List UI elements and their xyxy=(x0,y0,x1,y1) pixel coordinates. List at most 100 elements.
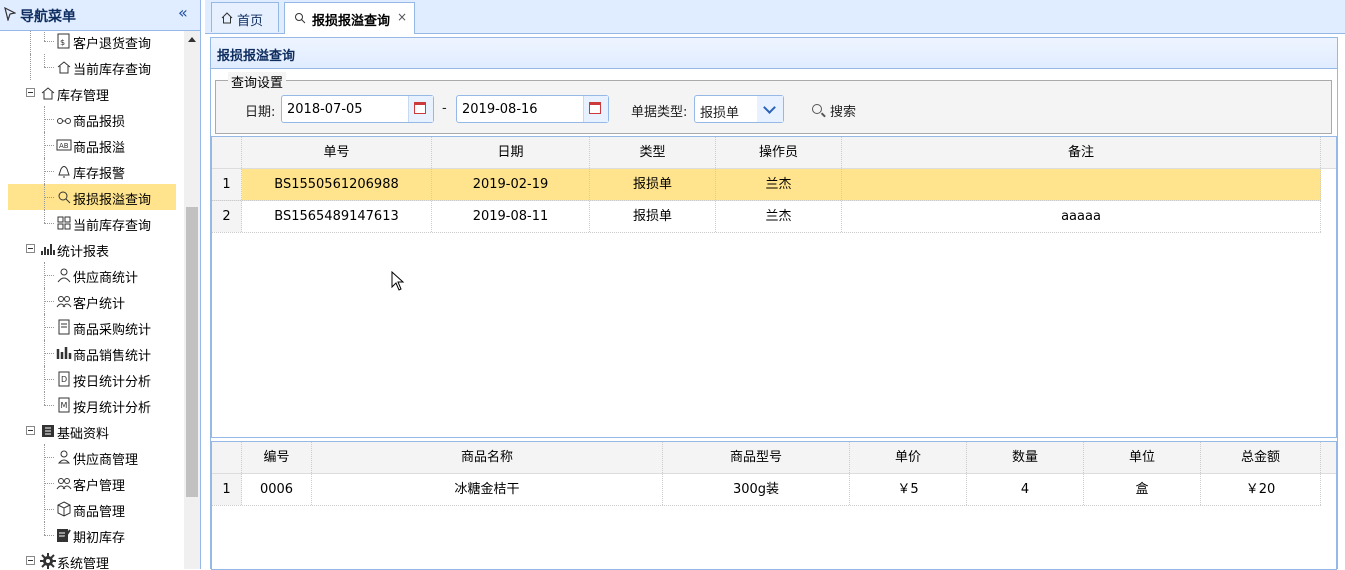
month-icon: M xyxy=(58,397,70,413)
tree-item-label: 库存管理 xyxy=(57,89,110,104)
tree-item-damage-report[interactable]: 商品报损 xyxy=(0,106,184,132)
tree-item-label: 客户统计 xyxy=(73,297,126,312)
date-from-value: 2018-07-05 xyxy=(287,102,363,117)
column-header[interactable]: 单位 xyxy=(1084,442,1201,473)
close-tab-icon[interactable]: × xyxy=(397,10,407,24)
tab-home[interactable]: 首页 xyxy=(211,2,279,32)
sidebar-header: 导航菜单 « xyxy=(0,0,200,31)
nav-arrow-icon xyxy=(4,7,16,21)
date-to-field[interactable]: 2019-08-16 xyxy=(456,95,609,123)
tree-item-label: 商品采购统计 xyxy=(73,323,152,338)
tree-item-label: 商品报损 xyxy=(73,115,126,130)
tree-item-label: 库存报警 xyxy=(73,167,126,182)
tab-damage-overflow-query[interactable]: 报损报溢查询 × xyxy=(284,2,415,34)
home-icon xyxy=(221,12,233,24)
tree-item-customer-return-query[interactable]: $ 客户退货查询 xyxy=(0,31,184,54)
bell-icon xyxy=(58,166,70,178)
tree-item-product-management[interactable]: 商品管理 xyxy=(0,496,184,522)
edit-icon xyxy=(57,529,71,542)
column-header[interactable]: 数量 xyxy=(967,442,1084,473)
table-cell: 兰杰 xyxy=(716,201,842,232)
glasses-icon xyxy=(57,118,71,124)
svg-text:AB: AB xyxy=(59,142,69,150)
calendar-icon[interactable] xyxy=(408,96,433,122)
date-to-value: 2019-08-16 xyxy=(462,102,538,117)
table-cell: BS1565489147613 xyxy=(242,201,432,232)
table-cell: ￥20 xyxy=(1201,474,1321,505)
navigation-sidebar: 导航菜单 « $ 客户退货查询 当前库存查询 库存管理 商品报损 AB 商品报溢… xyxy=(0,0,201,569)
tree-item-supplier-stats[interactable]: 供应商统计 xyxy=(0,262,184,288)
document-icon xyxy=(58,319,70,335)
column-header[interactable]: 总金额 xyxy=(1201,442,1321,473)
tree-item-label: 商品销售统计 xyxy=(73,349,152,364)
collapse-toggle-icon[interactable] xyxy=(26,88,35,97)
column-header[interactable]: 单价 xyxy=(850,442,967,473)
svg-text:M: M xyxy=(61,401,68,410)
tree-item-label: 客户管理 xyxy=(73,479,126,494)
tree-item-label: 按月统计分析 xyxy=(73,401,152,416)
tree-item-daily-analysis[interactable]: D 按日统计分析 xyxy=(0,366,184,392)
date-from-field[interactable]: 2018-07-05 xyxy=(281,95,434,123)
tree-item-current-stock-query-2[interactable]: 当前库存查询 xyxy=(0,210,184,236)
collapse-toggle-icon[interactable] xyxy=(26,556,35,565)
chevron-down-icon[interactable] xyxy=(757,96,783,122)
bill-list-grid: 单号 日期 类型 操作员 备注 1 BS1550561206988 2019-0… xyxy=(211,136,1337,438)
tree-item-stock-alarm[interactable]: 库存报警 xyxy=(0,158,184,184)
table-row[interactable]: 1 0006 冰糖金桔干 300g装 ￥5 4 盒 ￥20 xyxy=(212,474,1321,506)
tree-item-initial-stock[interactable]: 期初库存 xyxy=(0,522,184,548)
column-header[interactable]: 操作员 xyxy=(716,137,842,168)
column-header[interactable]: 日期 xyxy=(432,137,590,168)
column-header[interactable]: 商品名称 xyxy=(312,442,663,473)
tree-item-monthly-analysis[interactable]: M 按月统计分析 xyxy=(0,392,184,418)
document-type-select[interactable]: 报损单 xyxy=(694,95,784,123)
table-row[interactable]: 2 BS1565489147613 2019-08-11 报损单 兰杰 aaaa… xyxy=(212,201,1321,233)
gear-icon xyxy=(40,553,56,569)
tab-label: 报损报溢查询 xyxy=(312,14,391,29)
bill-detail-grid: 编号 商品名称 商品型号 单价 数量 单位 总金额 1 0006 冰糖金桔干 3… xyxy=(211,441,1337,570)
table-row[interactable]: 1 BS1550561206988 2019-02-19 报损单 兰杰 xyxy=(212,169,1321,201)
tree-folder-basic-data[interactable]: 基础资料 xyxy=(0,418,184,444)
table-cell: 300g装 xyxy=(663,474,850,505)
tree-item-purchase-stats[interactable]: 商品采购统计 xyxy=(0,314,184,340)
tree-item-current-stock-query[interactable]: 当前库存查询 xyxy=(0,54,184,80)
collapse-sidebar-icon[interactable]: « xyxy=(178,5,188,21)
document-type-label: 单据类型: xyxy=(631,105,688,120)
column-header[interactable]: 类型 xyxy=(590,137,716,168)
column-header[interactable]: 编号 xyxy=(242,442,312,473)
tree-folder-stock-management[interactable]: 库存管理 xyxy=(0,80,184,106)
house-icon xyxy=(41,87,55,100)
scroll-up-arrow-icon[interactable] xyxy=(188,37,196,42)
search-icon xyxy=(812,104,822,114)
tree-item-customer-management[interactable]: 客户管理 xyxy=(0,470,184,496)
table-cell: 4 xyxy=(967,474,1084,505)
bar-chart-icon xyxy=(41,244,55,255)
mouse-cursor-icon xyxy=(391,271,405,291)
table-cell: ￥5 xyxy=(850,474,967,505)
table-cell xyxy=(842,169,1321,200)
collapse-toggle-icon[interactable] xyxy=(26,426,35,435)
tree-item-customer-stats[interactable]: 客户统计 xyxy=(0,288,184,314)
sidebar-title: 导航菜单 xyxy=(20,9,76,25)
column-header[interactable]: 商品型号 xyxy=(663,442,850,473)
column-header[interactable]: 单号 xyxy=(242,137,432,168)
people-icon xyxy=(56,296,72,308)
tree-folder-statistics[interactable]: 统计报表 xyxy=(0,236,184,262)
collapse-toggle-icon[interactable] xyxy=(26,244,35,253)
main-area: 首页 报损报溢查询 × 报损报溢查询 查询设置 日期: 2018-07-05 -… xyxy=(205,0,1345,570)
column-header[interactable]: 备注 xyxy=(842,137,1321,168)
scrollbar-thumb[interactable] xyxy=(186,207,198,497)
tree-item-overflow-report[interactable]: AB 商品报溢 xyxy=(0,132,184,158)
tree-item-supplier-management[interactable]: 供应商管理 xyxy=(0,444,184,470)
search-icon xyxy=(295,13,306,24)
tree-item-sales-stats[interactable]: 商品销售统计 xyxy=(0,340,184,366)
calendar-icon[interactable] xyxy=(583,96,608,122)
bar-chart-icon xyxy=(56,347,72,359)
tree-item-damage-overflow-query[interactable]: 报损报溢查询 xyxy=(8,184,176,210)
sidebar-scrollbar[interactable] xyxy=(184,31,200,569)
row-number: 1 xyxy=(212,474,242,505)
svg-text:D: D xyxy=(61,375,67,384)
tree-folder-system-management[interactable]: 系统管理 xyxy=(0,548,184,569)
tree-item-label: 商品报溢 xyxy=(73,141,126,156)
tree-item-label: 当前库存查询 xyxy=(73,63,152,78)
search-button[interactable]: 搜索 xyxy=(812,97,872,123)
